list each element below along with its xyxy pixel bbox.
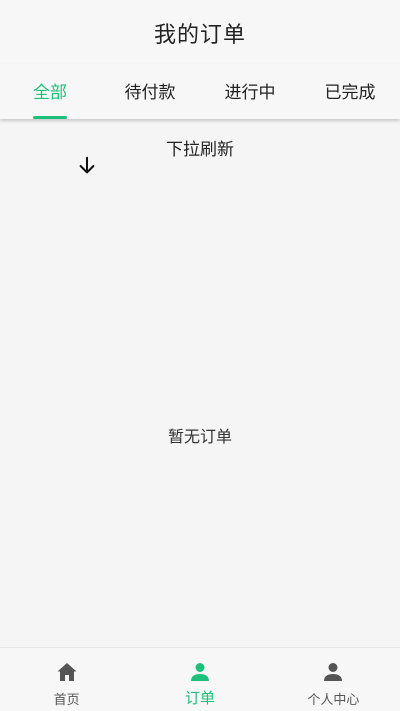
empty-state-message: 暂无订单	[167, 427, 232, 446]
nav-label: 首页	[53, 693, 80, 708]
nav-label: 个人中心	[307, 693, 360, 708]
pull-to-refresh: 下拉刷新	[0, 133, 400, 174]
tab-all[interactable]: 全部	[0, 62, 100, 119]
nav-item-profile[interactable]: 个人中心	[267, 648, 400, 711]
tab-label: 全部	[33, 83, 67, 103]
bottom-navigation: 首页 订单 个人中心	[0, 647, 400, 711]
nav-label: 订单	[184, 689, 215, 707]
nav-item-orders[interactable]: 订单	[133, 648, 266, 711]
home-icon	[57, 663, 77, 681]
tab-label: 进行中	[224, 83, 276, 103]
user-icon	[190, 663, 209, 681]
tab-pending-payment[interactable]: 待付款	[100, 62, 200, 119]
tab-completed[interactable]: 已完成	[300, 62, 400, 119]
tab-label: 待付款	[124, 83, 176, 103]
app-header: 我的订单	[0, 0, 400, 64]
tab-in-progress[interactable]: 进行中	[200, 62, 300, 119]
page-title: 我的订单	[153, 23, 246, 48]
pull-to-refresh-label: 下拉刷新	[166, 140, 234, 160]
nav-item-home[interactable]: 首页	[0, 648, 133, 711]
tab-label: 已完成	[324, 83, 376, 103]
person-icon	[324, 663, 343, 681]
order-tabs: 全部 待付款 进行中 已完成	[0, 64, 400, 119]
order-list-area[interactable]: 下拉刷新 暂无订单	[0, 119, 400, 647]
